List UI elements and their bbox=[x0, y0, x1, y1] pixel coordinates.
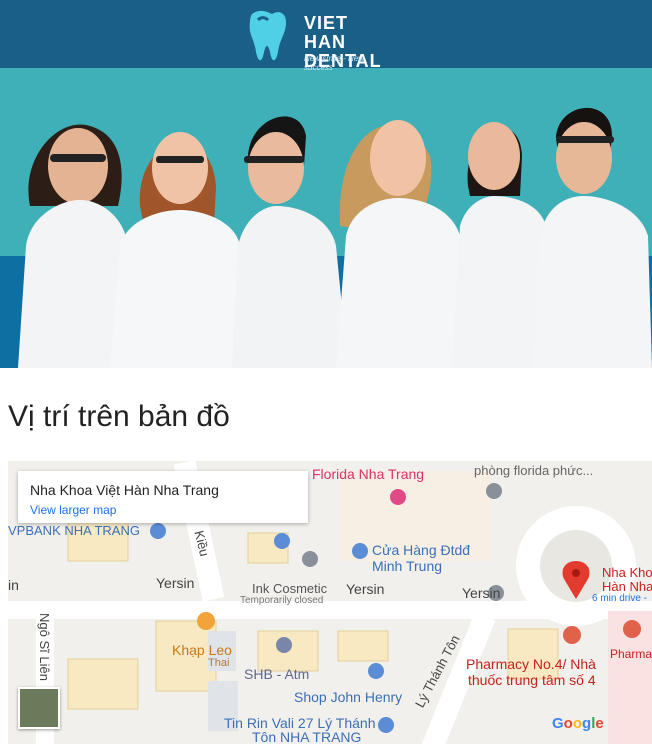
restaurant-pin-icon bbox=[197, 612, 215, 630]
view-larger-map-link[interactable]: View larger map bbox=[30, 503, 116, 517]
hotel-pin-icon bbox=[390, 489, 406, 505]
dentist-2 bbox=[110, 132, 244, 368]
poi-vpbank[interactable]: VPBANK NHA TRANG bbox=[8, 523, 140, 538]
google-e: e bbox=[595, 715, 604, 732]
place-pin-icon bbox=[486, 483, 502, 499]
map-section-title: Vị trí trên bản đồ bbox=[8, 400, 230, 433]
poi-florida[interactable]: Florida Nha Trang bbox=[312, 466, 424, 482]
google-g2: g bbox=[582, 715, 592, 732]
poi-shb[interactable]: SHB - Atm bbox=[244, 666, 309, 682]
marker-label-2[interactable]: Hàn Nha T bbox=[602, 579, 652, 594]
pharmacy-edge-pin-icon bbox=[623, 620, 641, 638]
embedded-map[interactable]: Nha Khoa Việt Hàn Nha Trang View larger … bbox=[8, 461, 652, 744]
luggage-pin-icon bbox=[378, 717, 394, 733]
marker-drive-time: 6 min drive - bbox=[592, 593, 648, 604]
shop-pin-icon-1 bbox=[274, 533, 290, 549]
hero-banner: VIET HAN DENTAL New smile - New success bbox=[0, 0, 652, 368]
street-ngo-si-lien: Ngô Sĩ Liên bbox=[37, 613, 52, 681]
poi-ink-cosmetic[interactable]: Ink Cosmetic bbox=[252, 581, 327, 596]
place-name: Nha Khoa Việt Hàn Nha Trang bbox=[30, 482, 219, 498]
street-yersin-3: Yersin bbox=[462, 585, 501, 601]
poi-khap-leo[interactable]: Khạp Leo bbox=[172, 642, 232, 658]
poi-shop-john[interactable]: Shop John Henry bbox=[294, 689, 402, 705]
poi-tin-rin-2[interactable]: Tôn NHA TRANG bbox=[252, 729, 361, 744]
clothing-pin-icon bbox=[368, 663, 384, 679]
poi-cua-hang-2[interactable]: Minh Trung bbox=[372, 558, 442, 574]
brand-line-1: VIET HAN bbox=[304, 13, 349, 52]
dentist-6 bbox=[532, 107, 652, 368]
street-yersin-2: Yersin bbox=[346, 581, 385, 597]
poi-phong-florida[interactable]: phòng florida phức... bbox=[474, 463, 593, 478]
brand-logo: VIET HAN DENTAL New smile - New success bbox=[244, 8, 392, 72]
google-g: G bbox=[552, 715, 564, 732]
poi-pharmacy-2[interactable]: thuốc trung tâm số 4 bbox=[468, 672, 596, 688]
bank-pin-icon bbox=[150, 523, 166, 539]
marker-label-1[interactable]: Nha Khoa bbox=[602, 565, 652, 580]
street-yersin-1: Yersin bbox=[156, 575, 195, 591]
google-o2: o bbox=[572, 715, 583, 732]
team-photo bbox=[18, 107, 652, 368]
tooth-icon bbox=[249, 10, 286, 61]
google-o1: o bbox=[563, 715, 573, 732]
poi-thai: Thai bbox=[208, 657, 230, 669]
poi-pharmacy-edge[interactable]: Pharmac bbox=[610, 647, 652, 661]
atm-pin-icon bbox=[276, 637, 292, 653]
dentist-4 bbox=[336, 120, 470, 368]
satellite-toggle-thumbnail[interactable] bbox=[18, 687, 60, 729]
poi-cua-hang-1[interactable]: Cửa Hàng Đtdđ bbox=[372, 542, 470, 558]
poi-pharmacy-1[interactable]: Pharmacy No.4/ Nhà bbox=[466, 656, 596, 672]
place-info-card: Nha Khoa Việt Hàn Nha Trang View larger … bbox=[18, 471, 308, 523]
phone-shop-pin-icon bbox=[352, 543, 368, 559]
dentist-3 bbox=[232, 116, 348, 368]
brand-tagline: New smile - New success bbox=[304, 54, 365, 72]
poi-temporarily-closed: Temporarily closed bbox=[240, 595, 324, 606]
street-in: in bbox=[8, 577, 19, 593]
pharmacy-pin-icon bbox=[563, 626, 581, 644]
google-logo: Google bbox=[552, 715, 604, 732]
shop-pin-icon-2 bbox=[302, 551, 318, 567]
